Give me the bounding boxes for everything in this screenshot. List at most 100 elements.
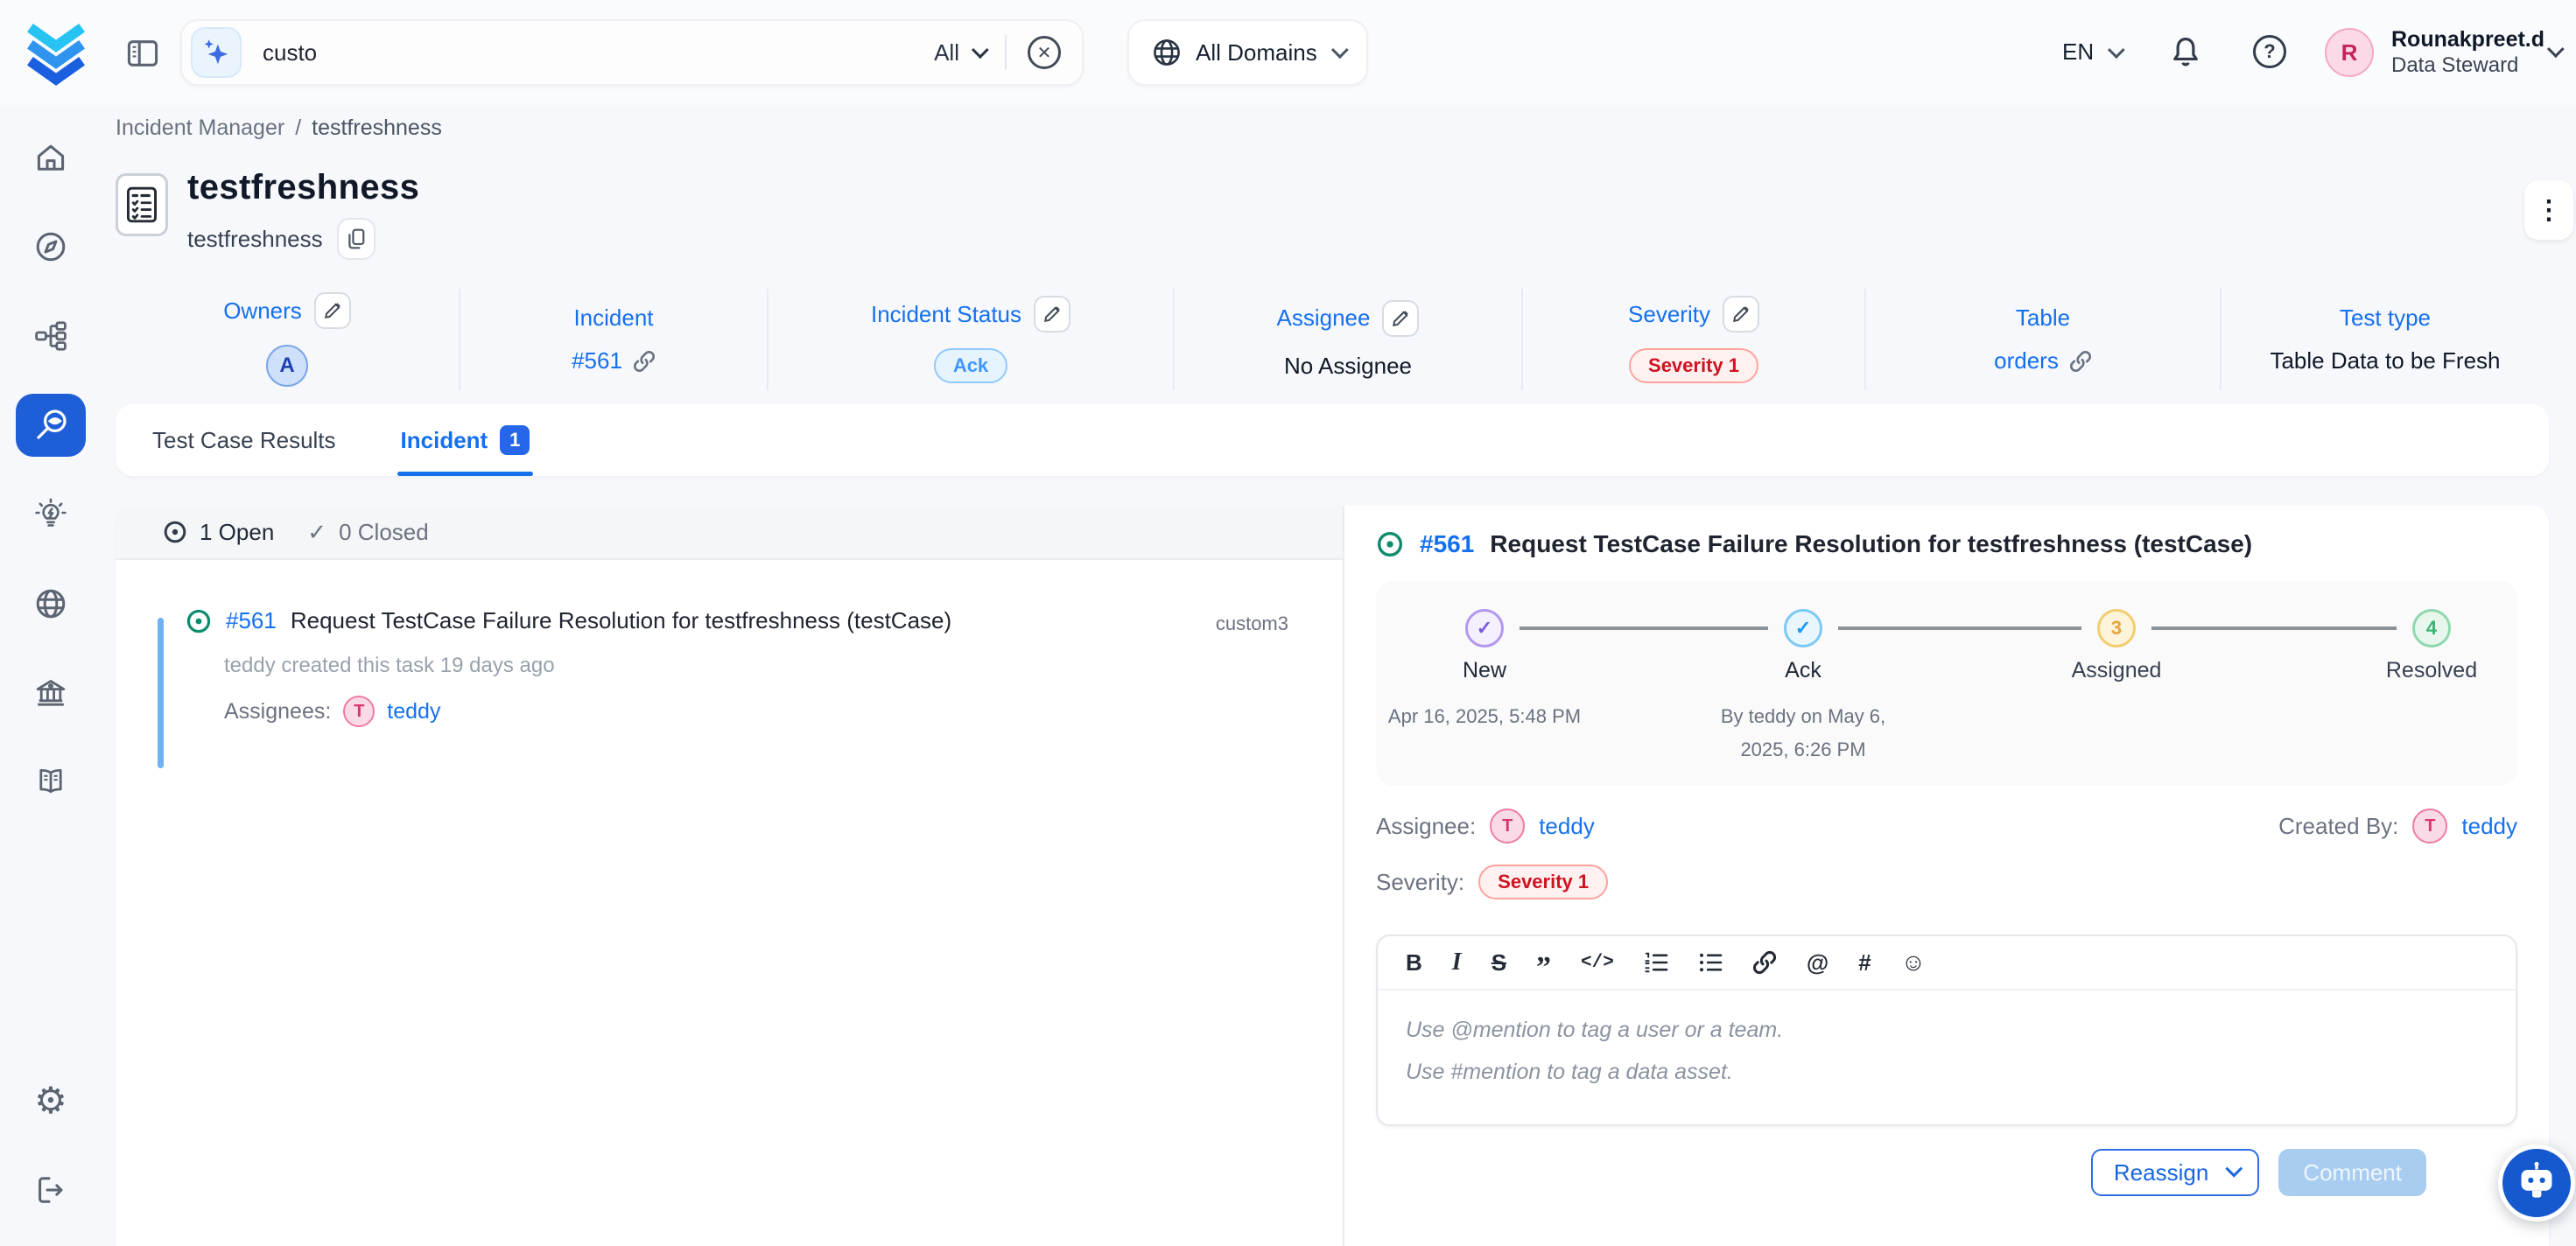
incident-list-item[interactable]: #561 Request TestCase Failure Resolution… (116, 607, 1343, 727)
sidebar-item-explore[interactable] (16, 215, 86, 278)
copy-button[interactable] (337, 218, 376, 260)
mention-icon[interactable]: @ (1807, 949, 1828, 976)
assignee-link[interactable]: teddy (387, 699, 440, 724)
assignee-link[interactable]: teddy (1539, 813, 1595, 840)
closed-filter[interactable]: ✓ 0 Closed (307, 519, 428, 546)
sidebar-item-domains[interactable] (16, 572, 86, 635)
reassign-button[interactable]: Reassign (2091, 1149, 2259, 1196)
page-subtitle-row: testfreshness (187, 218, 419, 260)
step-connector (2151, 626, 2397, 630)
page-title: testfreshness (187, 168, 419, 207)
bold-icon[interactable]: B (1406, 949, 1422, 976)
tab-incident[interactable]: Incident 1 (401, 404, 530, 476)
sparkle-icon (201, 38, 231, 67)
breadcrumb-current[interactable]: testfreshness (312, 116, 442, 141)
meta-owners: Owners A (116, 289, 460, 390)
edit-severity-button[interactable] (1723, 296, 1759, 332)
link-icon (633, 350, 656, 373)
page-title-block: testfreshness testfreshness (187, 168, 419, 260)
search-clear-button[interactable]: ✕ (1028, 36, 1061, 69)
notifications-bell-icon[interactable] (2169, 35, 2202, 68)
bullet-list-icon[interactable] (1698, 951, 1723, 974)
user-menu-chevron-icon[interactable] (2547, 40, 2565, 58)
breadcrumb-root[interactable]: Incident Manager (116, 116, 284, 141)
creator-link[interactable]: teddy (2461, 813, 2517, 840)
incident-detail-title: #561 Request TestCase Failure Resolution… (1376, 530, 2517, 558)
meta-assignee: Assignee No Assignee (1175, 289, 1523, 390)
search-input[interactable] (263, 39, 934, 66)
editor-placeholder-line2: Use #mention to tag a data asset. (1406, 1052, 2488, 1094)
incident-detail-panel: #561 Request TestCase Failure Resolution… (1344, 506, 2549, 1246)
incident-assignees-row: Assignees: T teddy (224, 696, 1343, 727)
comment-button[interactable]: Comment (2278, 1149, 2426, 1196)
user-info: Rounakpreet.d Data Steward (2391, 26, 2544, 79)
sidebar-item-lineage[interactable] (16, 304, 86, 368)
severity-badge: Severity 1 (1478, 864, 1608, 900)
divider (1005, 35, 1007, 70)
incident-item-title: Request TestCase Failure Resolution for … (291, 607, 951, 634)
step-assigned-label: Assigned (2072, 658, 2162, 683)
incident-list-header: 1 Open ✓ 0 Closed (116, 506, 1343, 560)
edit-owners-button[interactable] (314, 292, 351, 329)
step-connector (1520, 626, 1768, 630)
domains-dropdown[interactable]: All Domains (1127, 19, 1368, 86)
severity-badge: Severity 1 (1629, 348, 1758, 383)
more-actions-button[interactable]: ⋮ (2524, 180, 2573, 240)
code-icon[interactable]: </> (1581, 953, 1614, 973)
edit-status-button[interactable] (1034, 296, 1070, 332)
sidebar-item-insights[interactable] (16, 483, 86, 546)
ordered-list-icon[interactable] (1644, 951, 1668, 974)
assignee-avatar: T (343, 696, 375, 727)
sidebar-toggle-icon[interactable] (126, 37, 159, 70)
blockquote-icon[interactable]: ” (1536, 959, 1551, 976)
edit-assignee-button[interactable] (1382, 300, 1419, 337)
sidebar-item-glossary[interactable] (16, 751, 86, 814)
test-type-value: Table Data to be Fresh (2270, 347, 2500, 374)
chevron-down-icon (2108, 41, 2125, 59)
strikethrough-icon[interactable]: S (1492, 949, 1506, 976)
step-ack-date: By teddy on May 6, 2025, 6:26 PM (1721, 700, 1885, 766)
tab-test-case-results[interactable]: Test Case Results (152, 404, 336, 476)
sidebar-item-logout[interactable] (16, 1158, 86, 1222)
link-icon[interactable] (1752, 950, 1777, 975)
top-navbar: All ✕ All Domains EN (0, 0, 2576, 105)
step-assigned-circle: 3 (2097, 609, 2136, 648)
editor-placeholder-line1: Use @mention to tag a user or a team. (1406, 1010, 2488, 1052)
user-avatar[interactable]: R (2325, 28, 2374, 77)
gear-icon: ⚙ (34, 1082, 67, 1119)
help-icon[interactable]: ? (2253, 35, 2286, 68)
hashtag-icon[interactable]: # (1858, 949, 1871, 976)
ai-search-button[interactable] (191, 27, 242, 78)
chat-bot-button[interactable] (2498, 1144, 2575, 1222)
incident-id-link[interactable]: #561 (226, 607, 277, 634)
step-ack-circle: ✓ (1784, 609, 1822, 648)
sidebar-item-govern[interactable] (16, 662, 86, 724)
incident-number-link[interactable]: #561 (572, 347, 622, 374)
sidebar-item-observability[interactable] (16, 394, 86, 457)
table-link[interactable]: orders (1994, 347, 2059, 374)
meta-test-type: Test type Table Data to be Fresh (2222, 289, 2549, 390)
search-scope-dropdown[interactable]: All (934, 39, 984, 66)
incident-meta-strip: Owners A Incident #561 Incident Status A… (116, 289, 2549, 390)
owner-avatar: A (266, 345, 308, 387)
meta-incident: Incident #561 (460, 289, 769, 390)
breadcrumb: Incident Manager / testfreshness (116, 116, 442, 141)
chevron-down-icon (1331, 41, 1349, 59)
kebab-icon: ⋮ (2536, 195, 2562, 226)
sidebar-item-home[interactable] (16, 126, 86, 189)
open-filter[interactable]: 1 Open (163, 519, 274, 546)
globe-icon (1152, 38, 1182, 67)
left-sidebar: ⚙ (0, 105, 102, 1246)
editor-toolbar: B I S ” </> (1378, 936, 2516, 990)
incident-status-stepper: ✓ ✓ 3 4 New Ack Assigned Resolved Apr 16… (1376, 581, 2517, 786)
step-connector (1838, 626, 2081, 630)
app-logo-icon[interactable] (25, 19, 88, 86)
italic-icon[interactable]: I (1452, 948, 1462, 976)
emoji-icon[interactable]: ☺ (1901, 948, 1927, 976)
language-dropdown[interactable]: EN (2062, 38, 2120, 66)
incident-created-text: teddy created this task 19 days ago (224, 654, 1343, 678)
comment-input[interactable]: Use @mention to tag a user or a team. Us… (1378, 990, 2516, 1124)
sidebar-item-settings[interactable]: ⚙ (16, 1069, 86, 1132)
page-subtitle: testfreshness (187, 226, 323, 253)
incident-id-link[interactable]: #561 (1420, 530, 1474, 558)
